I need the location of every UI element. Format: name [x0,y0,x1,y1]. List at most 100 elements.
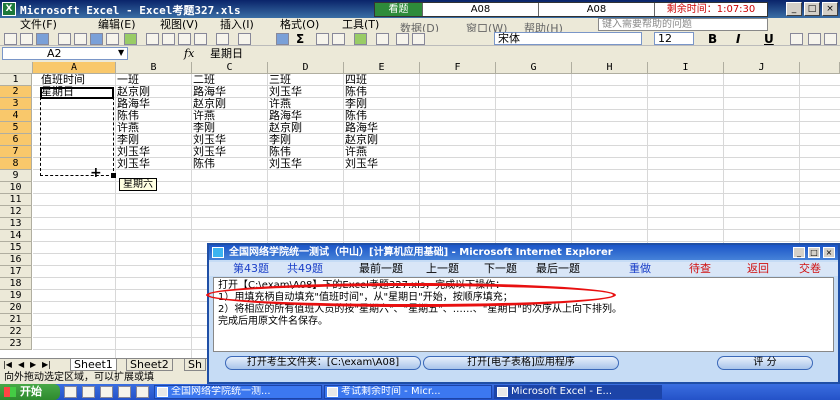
underline-button[interactable]: U [764,32,774,46]
column-header[interactable]: F [420,62,496,74]
align-right-icon[interactable] [824,33,837,45]
back-link[interactable]: 返回 [747,262,769,276]
cell[interactable]: 值班时间 [40,74,115,86]
active-cell[interactable] [40,87,114,99]
row-header[interactable]: 2 [0,86,32,98]
cell[interactable]: 许燕 [192,110,267,122]
cell[interactable]: 李刚 [268,134,343,146]
cell[interactable]: 许燕 [344,146,419,158]
submit-link[interactable]: 交卷 [799,262,821,276]
bold-button[interactable]: B [708,32,717,46]
sheet-tab-1[interactable]: Sheet1 [70,359,117,371]
menu-view[interactable]: 视图(V) [160,18,198,32]
row-header[interactable]: 14 [0,230,32,242]
menu-insert[interactable]: 插入(I) [220,18,254,32]
row-header[interactable]: 20 [0,302,32,314]
cell[interactable]: 刘玉华 [116,158,191,170]
row-header[interactable]: 4 [0,110,32,122]
sort-ascending-icon[interactable] [316,33,329,45]
cell[interactable]: 许燕 [116,122,191,134]
column-header[interactable]: A [33,62,116,74]
fill-handle[interactable] [111,173,116,178]
column-header[interactable] [800,62,840,74]
column-header[interactable]: H [572,62,648,74]
menu-tools[interactable]: 工具(T) [342,18,379,32]
cell[interactable]: 赵京刚 [192,98,267,110]
cell[interactable]: 赵京刚 [268,122,343,134]
cell[interactable]: 陈伟 [344,110,419,122]
column-header[interactable]: C [192,62,268,74]
zoom-icon[interactable] [376,33,389,45]
cell[interactable]: 陈伟 [192,158,267,170]
column-header[interactable]: B [116,62,192,74]
open-app-button[interactable]: 打开[电子表格]应用程序 [423,356,619,370]
redo-icon[interactable] [238,33,251,45]
row-header[interactable]: 11 [0,194,32,206]
row-header[interactable]: 17 [0,266,32,278]
cell[interactable]: 刘玉华 [268,158,343,170]
task-excel-window[interactable]: Microsoft Excel - E... [494,385,662,399]
row-header[interactable]: 16 [0,254,32,266]
row-header[interactable]: 8 [0,158,32,170]
cell[interactable]: 刘玉华 [268,86,343,98]
cell[interactable]: 路海华 [116,98,191,110]
cell[interactable]: 路海华 [192,86,267,98]
first-sheet-icon[interactable]: |◀ [3,360,12,369]
print-preview-icon[interactable] [106,33,119,45]
cell[interactable]: 路海华 [344,122,419,134]
column-header[interactable]: D [268,62,344,74]
review-link[interactable]: 待查 [689,262,711,276]
task-exam-window[interactable]: 全国网络学院统一测... [154,385,322,399]
cell[interactable]: 陈伟 [116,110,191,122]
formula-input[interactable]: 星期日 [210,47,243,60]
quicklaunch-explorer-icon[interactable] [82,386,95,398]
menu-file[interactable]: 文件(F) [20,18,57,32]
cell[interactable]: 二班 [192,74,267,86]
column-header[interactable]: I [648,62,724,74]
save-icon[interactable] [36,33,49,45]
cell[interactable]: 赵京刚 [116,86,191,98]
email-icon[interactable] [74,33,87,45]
row-header[interactable]: 3 [0,98,32,110]
row-header[interactable]: 22 [0,326,32,338]
last-sheet-icon[interactable]: ▶| [42,360,51,369]
sheet-tab-3[interactable]: Sh [184,359,206,371]
prev-question-link[interactable]: 上一题 [426,262,459,276]
dialog-minimize-icon[interactable]: _ [793,247,805,258]
cut-icon[interactable] [146,33,159,45]
help-icon[interactable] [396,33,409,45]
close-icon[interactable]: × [822,2,838,16]
cell[interactable]: 路海华 [268,110,343,122]
autosum-icon[interactable]: Σ [296,32,304,46]
first-question-link[interactable]: 最前一题 [359,262,403,276]
name-box-dropdown-icon[interactable]: ▼ [118,48,124,57]
row-header[interactable]: 15 [0,242,32,254]
insert-function-icon[interactable]: fx [184,46,194,61]
prev-sheet-icon[interactable]: ◀ [18,360,24,369]
hyperlink-icon[interactable] [276,33,289,45]
cell[interactable]: 刘玉华 [192,146,267,158]
task-timer-window[interactable]: 考试剩余时间 - Micr... [324,385,492,399]
cell[interactable]: 一班 [116,74,191,86]
cell[interactable]: 刘玉华 [344,158,419,170]
dialog-maximize-icon[interactable]: □ [808,247,820,258]
toolbar-options-icon[interactable] [412,33,425,45]
chart-wizard-icon[interactable] [354,33,367,45]
align-left-icon[interactable] [790,33,803,45]
cell[interactable]: 许燕 [268,98,343,110]
next-sheet-icon[interactable]: ▶ [30,360,36,369]
minimize-icon[interactable]: _ [786,2,802,16]
italic-button[interactable]: I [736,32,740,46]
paste-icon[interactable] [178,33,191,45]
format-painter-icon[interactable] [194,33,207,45]
sort-descending-icon[interactable] [332,33,345,45]
cell[interactable]: 陈伟 [344,86,419,98]
select-all-corner[interactable] [0,62,33,74]
quicklaunch-app-icon[interactable] [118,386,131,398]
cell[interactable]: 刘玉华 [192,134,267,146]
copy-icon[interactable] [162,33,175,45]
spelling-icon[interactable] [124,33,137,45]
cell[interactable]: 四班 [344,74,419,86]
redo-link[interactable]: 重做 [629,262,651,276]
print-icon[interactable] [90,33,103,45]
